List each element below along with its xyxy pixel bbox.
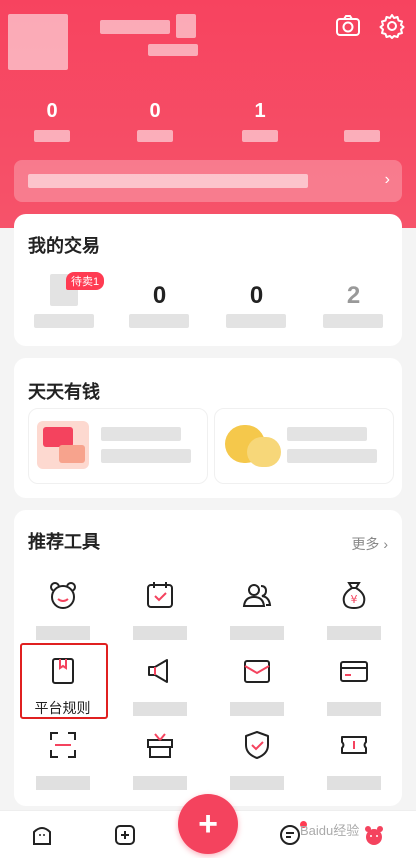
message-icon	[280, 825, 300, 845]
stats-row: 0 0 1	[0, 100, 416, 150]
status-badge: 待卖1	[66, 272, 105, 290]
trade-item-sold[interactable]: 0	[208, 254, 305, 334]
trade-item-label	[226, 314, 286, 328]
stat-value: 1	[254, 100, 266, 122]
stat-item[interactable]: 0	[22, 100, 82, 142]
bear-face-icon	[50, 582, 76, 609]
calendar-check-icon	[147, 582, 173, 608]
stat-label	[242, 130, 278, 142]
scan-icon	[50, 732, 76, 758]
tool-item[interactable]	[14, 722, 111, 790]
stat-label	[344, 130, 380, 142]
svg-text:¥: ¥	[351, 593, 358, 606]
tool-label	[133, 626, 187, 640]
daily-money-title: 天天有钱	[28, 382, 100, 402]
stat-value: 0	[46, 100, 58, 122]
trade-item-value: 0	[249, 282, 264, 309]
stat-item[interactable]	[332, 100, 392, 142]
banner-text	[28, 174, 308, 188]
tool-item[interactable]	[208, 722, 305, 790]
more-label: 更多	[351, 536, 380, 552]
tool-label	[327, 702, 381, 716]
stat-label	[34, 130, 70, 142]
trade-item-label	[323, 314, 383, 328]
users-icon	[242, 584, 272, 607]
tool-label	[133, 776, 187, 790]
tool-item[interactable]: ¥	[305, 572, 402, 640]
money-entry-right[interactable]	[214, 408, 394, 484]
tool-item[interactable]	[14, 572, 111, 640]
tool-label	[36, 626, 90, 640]
tool-label	[230, 702, 284, 716]
money-bag-icon: ¥	[342, 582, 366, 610]
trade-item-value: 2	[346, 282, 361, 309]
shield-check-icon	[245, 731, 269, 759]
money-entry-title	[101, 427, 181, 441]
tool-label	[327, 626, 381, 640]
megaphone-icon	[148, 659, 168, 683]
stat-item[interactable]: 1	[230, 100, 290, 142]
money-entry-title	[287, 427, 367, 441]
stat-value: 0	[149, 100, 161, 122]
trade-item-value: 0	[152, 282, 167, 309]
tool-label	[327, 776, 381, 790]
tool-item[interactable]	[305, 722, 402, 790]
tab-home[interactable]	[12, 815, 72, 858]
tab-publish[interactable]	[95, 815, 155, 858]
gear-icon[interactable]	[378, 12, 406, 40]
tool-item[interactable]	[208, 572, 305, 640]
profile-icon	[365, 826, 383, 845]
promo-banner[interactable]: ›	[14, 160, 402, 202]
money-entry-left[interactable]	[28, 408, 208, 484]
avatar[interactable]	[8, 14, 68, 70]
coupon-illustration	[37, 421, 89, 469]
gift-box-icon	[147, 733, 173, 758]
stat-label	[137, 130, 173, 142]
chevron-right-icon: ›	[384, 171, 390, 188]
tool-label	[36, 776, 90, 790]
money-entry-subtitle	[287, 449, 377, 463]
tool-item[interactable]	[208, 648, 305, 716]
camera-icon[interactable]	[334, 12, 362, 40]
trade-item-label	[129, 314, 189, 328]
home-icon	[33, 827, 51, 845]
tool-item[interactable]	[111, 722, 208, 790]
username	[100, 20, 170, 34]
publish-fab-button[interactable]: +	[178, 794, 238, 854]
trade-item-selling[interactable]: 待卖1	[14, 254, 111, 334]
tool-item[interactable]	[111, 648, 208, 716]
envelope-icon	[244, 660, 270, 683]
stat-value	[332, 100, 392, 124]
tool-item[interactable]	[305, 648, 402, 716]
plus-icon: +	[198, 805, 218, 843]
tool-item[interactable]	[111, 572, 208, 640]
trade-item-bought[interactable]: 0	[111, 254, 208, 334]
coins-illustration	[221, 419, 281, 469]
my-trade-card: 我的交易 待卖1 0 0 2	[14, 214, 402, 346]
ticket-icon	[341, 736, 367, 754]
more-link[interactable]: 更多 ›	[351, 534, 388, 554]
money-entry-subtitle	[101, 449, 191, 463]
daily-money-card: 天天有钱	[14, 358, 402, 498]
highlight-frame	[20, 643, 108, 719]
tool-label	[133, 702, 187, 716]
watermark: Baidu经验	[300, 823, 360, 838]
stat-item[interactable]: 0	[125, 100, 185, 142]
profile-header: 0 0 1 ›	[0, 0, 416, 228]
trade-item-label	[34, 314, 94, 328]
add-square-icon	[115, 825, 135, 845]
user-subtitle	[148, 44, 198, 56]
tool-label	[230, 626, 284, 640]
tools-title: 推荐工具	[28, 532, 100, 552]
trade-item-other[interactable]: 2	[305, 254, 402, 334]
user-level-badge	[176, 14, 196, 38]
credit-card-icon	[340, 661, 368, 682]
tool-label	[230, 776, 284, 790]
